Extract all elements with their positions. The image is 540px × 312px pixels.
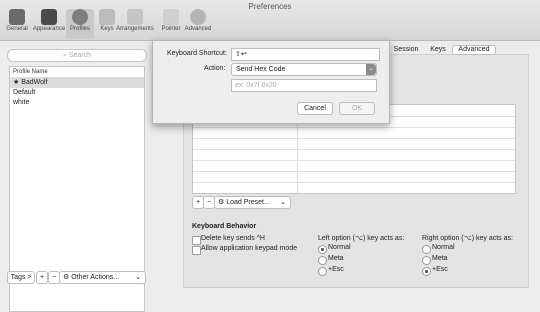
profiles-pane: ⌕ Search Profile Name ★ BadWolf Default … (7, 46, 147, 312)
toolbar-appearance[interactable]: Appearance (31, 9, 67, 39)
delete-key-label: Delete key sends ^H (201, 235, 265, 242)
gear-icon: ⚙ (63, 274, 72, 281)
gear-icon (190, 9, 206, 25)
gear-icon: ⚙ (218, 199, 227, 206)
toolbar-advanced-label: Advanced (184, 26, 212, 32)
shortcut-label: Keyboard Shortcut: (167, 50, 227, 57)
left-option-normal-radio[interactable] (318, 245, 327, 254)
delete-key-checkbox[interactable] (192, 236, 201, 245)
toolbar-general[interactable]: General (3, 9, 31, 39)
right-option-esc-label: +Esc (432, 266, 448, 273)
person-icon (72, 9, 88, 25)
cancel-button[interactable]: Cancel (297, 102, 333, 115)
profile-item-white[interactable]: white (10, 98, 144, 108)
chevron-down-icon: ⌄ (135, 274, 141, 281)
right-option-meta-radio[interactable] (422, 256, 431, 265)
hex-code-input[interactable]: ex: 0x7f 0x20 (231, 79, 377, 92)
toolbar-arrangements-label: Arrangements (116, 26, 154, 32)
toolbar-arrangements[interactable]: Arrangements (115, 9, 155, 39)
title-bar: Preferences General Appearance Profiles … (0, 0, 540, 41)
left-option-heading: Left option (⌥) key acts as: (318, 235, 405, 242)
search-placeholder: Search (68, 52, 92, 59)
table-row (193, 149, 515, 150)
appearance-icon (41, 9, 57, 25)
chevron-down-icon: ⌄ (366, 64, 376, 75)
tab-session[interactable]: Session (388, 45, 424, 55)
tab-keys[interactable]: Keys (426, 45, 450, 55)
right-option-meta-label: Meta (432, 255, 448, 262)
profile-search-input[interactable]: ⌕ Search (7, 49, 147, 62)
pointer-icon (163, 9, 179, 25)
table-row (193, 138, 515, 139)
other-actions-label: Other Actions... (71, 274, 120, 281)
switch-icon (9, 9, 25, 25)
left-option-meta-label: Meta (328, 255, 344, 262)
tab-advanced[interactable]: Advanced (452, 45, 496, 55)
key-mapping-sheet: Keyboard Shortcut: ⇧↩ Action: Send Hex C… (152, 40, 390, 124)
left-option-meta-radio[interactable] (318, 256, 327, 265)
other-actions-button[interactable]: ⚙ Other Actions... ⌄ (59, 271, 146, 284)
table-row (193, 160, 515, 161)
profile-tabs: Session Keys Advanced (388, 45, 496, 55)
app-keypad-label: Allow application keypad mode (201, 245, 298, 252)
chevron-down-icon: ⌄ (280, 199, 286, 206)
right-option-normal-radio[interactable] (422, 245, 431, 254)
arrangements-icon (127, 9, 143, 25)
shortcut-field[interactable]: ⇧↩ (231, 48, 380, 61)
load-preset-button[interactable]: ⚙ Load Preset... ⌄ (214, 196, 291, 209)
ok-button[interactable]: OK (339, 102, 375, 115)
left-option-esc-label: +Esc (328, 266, 344, 273)
table-row (193, 127, 515, 128)
right-option-heading: Right option (⌥) key acts as: (422, 235, 513, 242)
toolbar-appearance-label: Appearance (32, 26, 66, 32)
left-option-esc-radio[interactable] (318, 267, 327, 276)
toolbar-general-label: General (6, 26, 28, 32)
toolbar-advanced[interactable]: Advanced (183, 9, 213, 39)
toolbar-pointer[interactable]: Pointer (157, 9, 185, 39)
table-row (193, 171, 515, 172)
toolbar-profiles-label: Profiles (69, 26, 90, 32)
toolbar-pointer-label: Pointer (161, 26, 181, 32)
right-option-esc-radio[interactable] (422, 267, 431, 276)
keyboard-behavior-heading: Keyboard Behavior (192, 223, 257, 230)
right-option-normal-label: Normal (432, 244, 455, 251)
action-select-value: Send Hex Code (236, 66, 286, 73)
keyboard-icon (99, 9, 115, 25)
left-option-normal-label: Normal (328, 244, 351, 251)
toolbar-keys-label: Keys (100, 26, 114, 32)
app-keypad-checkbox[interactable] (192, 246, 201, 255)
toolbar-profiles[interactable]: Profiles (66, 9, 94, 39)
load-preset-label: Load Preset... (226, 199, 270, 206)
table-row (193, 182, 515, 183)
profile-list-header: Profile Name (10, 67, 144, 78)
profile-item-badwolf[interactable]: ★ BadWolf (10, 78, 144, 88)
action-select[interactable]: Send Hex Code ⌄ (231, 63, 377, 76)
tags-button[interactable]: Tags > (7, 271, 35, 284)
profile-item-default[interactable]: Default (10, 88, 144, 98)
action-label: Action: (204, 65, 226, 72)
add-profile-button[interactable]: + (36, 271, 48, 284)
